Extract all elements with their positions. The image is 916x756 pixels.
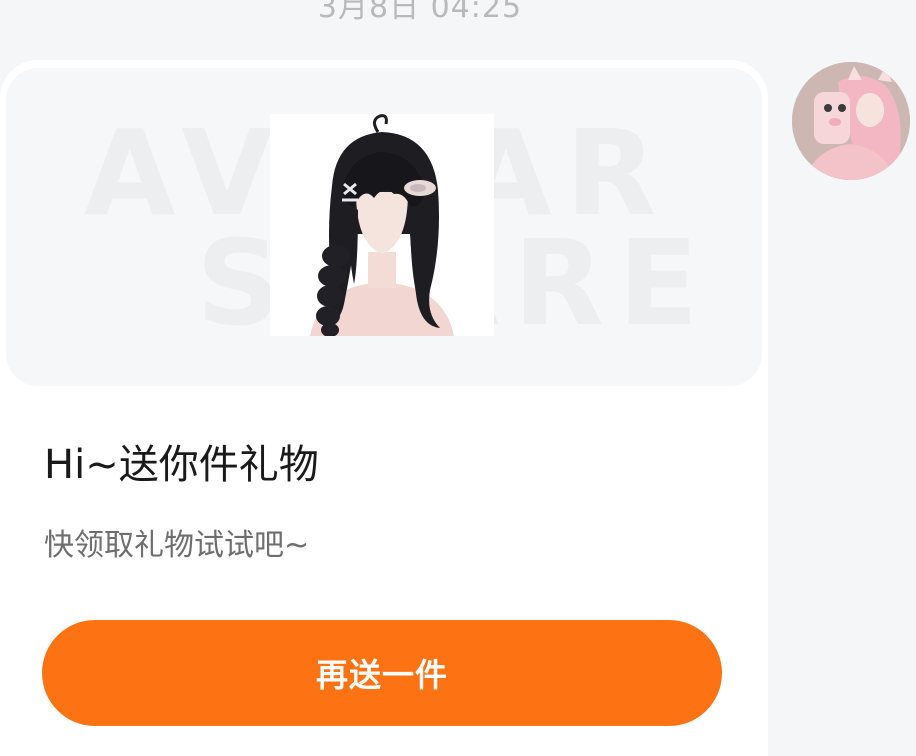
gift-title: Hi~送你件礼物 xyxy=(44,442,319,488)
hair-avatar-item-icon[interactable] xyxy=(270,114,494,337)
user-avatar-icon[interactable] xyxy=(792,62,910,180)
send-another-gift-button[interactable]: 再送一件 xyxy=(42,620,722,726)
message-timestamp: 3月8日 04:25 xyxy=(317,0,523,25)
chat-page: 3月8日 04:25 AVATAR SHARE xyxy=(0,0,916,756)
gift-subtitle: 快领取礼物试试吧~ xyxy=(44,528,310,563)
